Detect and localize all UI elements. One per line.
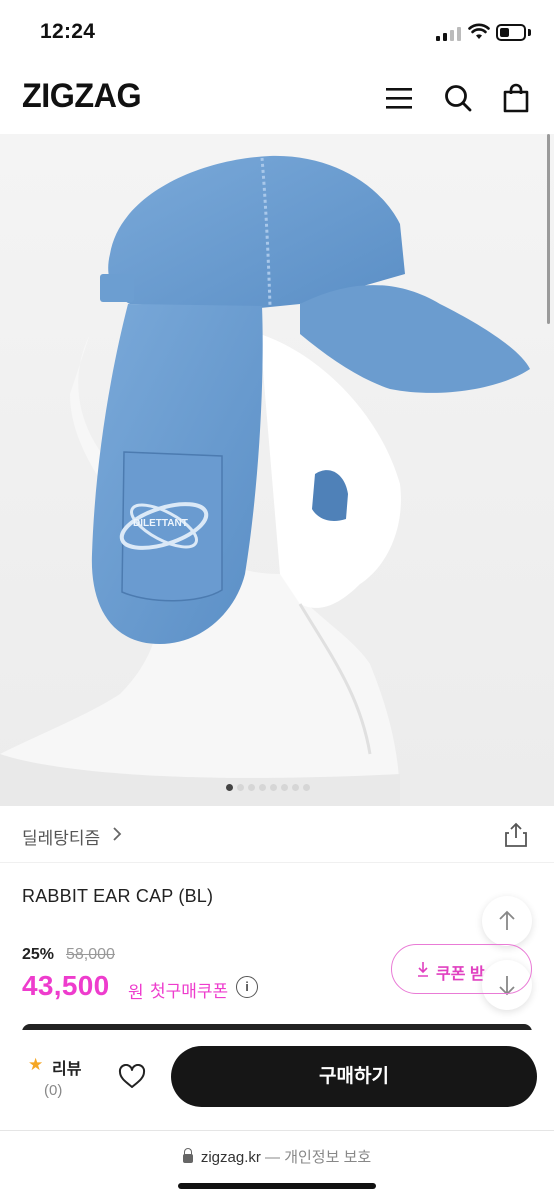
- product-illustration: DILETTANT: [0, 155, 530, 806]
- coupon-button-label: 쿠폰 받: [436, 966, 485, 983]
- pocket-logo-text: DILETTANT: [133, 518, 188, 529]
- wifi-icon: [468, 23, 490, 39]
- sale-price: 43,500: [22, 970, 110, 1001]
- carousel-dot: [259, 784, 266, 791]
- carousel-dot: [270, 784, 277, 791]
- carousel-dot-active: [226, 784, 233, 791]
- carousel-dot: [248, 784, 255, 791]
- carousel-dot: [303, 784, 310, 791]
- status-time: 12:24: [40, 20, 96, 43]
- privacy-label: — 개인정보 보호: [265, 1149, 372, 1166]
- buy-button[interactable]: 구매하기: [171, 1046, 537, 1107]
- cellular-signal-icon: [436, 27, 462, 41]
- heart-icon[interactable]: [118, 1064, 146, 1090]
- original-price: 58,000: [66, 946, 115, 963]
- currency-label: 원: [128, 983, 144, 1002]
- zigzag-logo[interactable]: ZIGZAG: [22, 77, 142, 116]
- battery-tip: [528, 29, 531, 36]
- battery-icon: [496, 24, 526, 41]
- browser-bar-divider: [0, 1130, 554, 1131]
- star-icon: ★: [28, 1055, 44, 1074]
- store-name-link[interactable]: 딜레탕티즘: [22, 824, 100, 849]
- product-image[interactable]: DILETTANT: [0, 134, 554, 806]
- coupon-download-button[interactable]: 쿠폰 받: [391, 944, 532, 994]
- browser-url-bar[interactable]: zigzag.kr — 개인정보 보호: [0, 1146, 554, 1167]
- divider: [0, 862, 554, 863]
- shopping-bag-icon[interactable]: [500, 82, 532, 114]
- info-icon[interactable]: i: [236, 976, 258, 998]
- menu-icon[interactable]: [383, 82, 415, 114]
- review-count[interactable]: (0): [44, 1082, 62, 1099]
- home-indicator[interactable]: [178, 1183, 376, 1189]
- page-scrollbar[interactable]: [547, 134, 550, 324]
- carousel-dot: [281, 784, 288, 791]
- first-purchase-coupon-label: 첫구매쿠폰: [150, 982, 229, 1001]
- carousel-indicator: [226, 784, 310, 791]
- url-domain: zigzag.kr: [200, 1149, 261, 1166]
- download-icon: [418, 962, 428, 977]
- share-icon[interactable]: [504, 822, 528, 848]
- product-title: RABBIT EAR CAP (BL): [22, 886, 214, 906]
- lock-icon: [182, 1148, 193, 1163]
- review-label[interactable]: 리뷰: [52, 1055, 81, 1079]
- search-icon[interactable]: [442, 82, 474, 114]
- discount-rate: 25%: [22, 946, 55, 963]
- arrow-up-icon: [499, 910, 515, 930]
- carousel-dot: [292, 784, 299, 791]
- chevron-right-icon[interactable]: [112, 826, 122, 842]
- carousel-dot: [237, 784, 244, 791]
- scroll-up-button[interactable]: [482, 896, 532, 946]
